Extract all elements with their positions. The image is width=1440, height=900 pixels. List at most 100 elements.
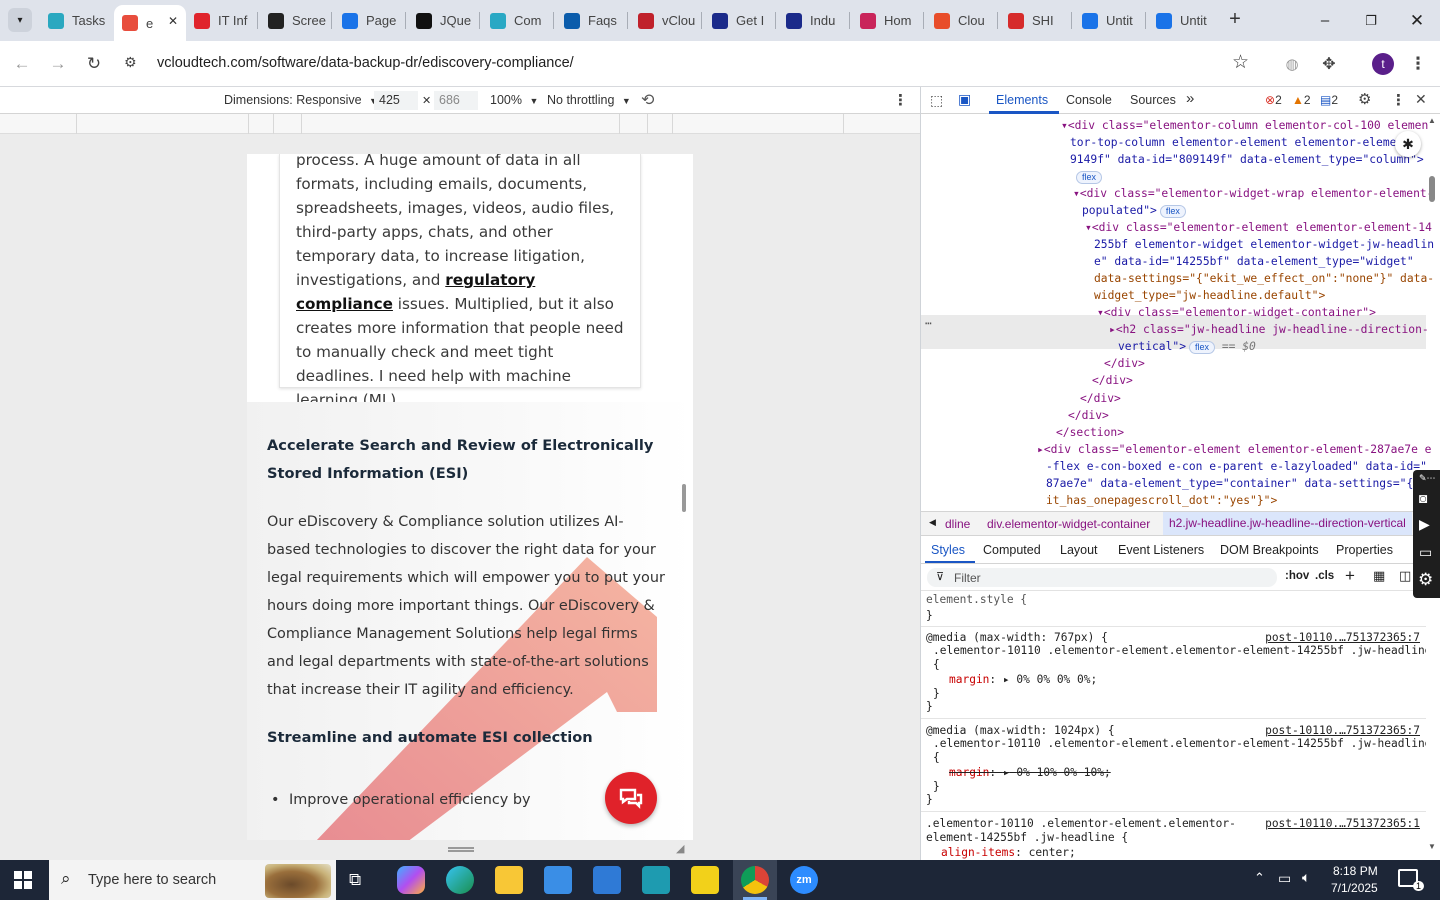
dom-tree[interactable]: ▾<div class="elementor-column elementor-… xyxy=(921,115,1440,511)
tab-item[interactable]: JQue xyxy=(408,8,480,33)
dom-line[interactable]: 9149f" data-id="809149f" data-element_ty… xyxy=(1070,151,1424,168)
tab-item[interactable]: Indu xyxy=(778,8,850,33)
rule-selector-3a[interactable]: .elementor-10110 .elementor-element.elem… xyxy=(926,817,1236,831)
scroll-down-icon[interactable]: ▼ xyxy=(1428,842,1436,851)
subtab-dom-breakpoints[interactable]: DOM Breakpoints xyxy=(1220,543,1319,557)
profile-avatar[interactable]: t xyxy=(1372,53,1394,75)
rule-selector-2[interactable]: .elementor-10110 .elementor-element.elem… xyxy=(933,737,1426,751)
tab-item[interactable]: Get I xyxy=(704,8,776,33)
tab-item[interactable]: Scree xyxy=(260,8,332,33)
breadcrumb-item[interactable]: div.elementor-widget-container xyxy=(987,517,1150,531)
dom-line[interactable]: ▾<div class="elementor-widget-wrap eleme… xyxy=(1073,185,1433,202)
tab-item[interactable]: IT Inf xyxy=(186,8,258,33)
close-window-icon[interactable]: ✕ xyxy=(1402,8,1432,33)
clock-time[interactable]: 8:18 PM xyxy=(1333,864,1378,878)
dom-line[interactable]: </div> xyxy=(1068,407,1109,424)
rule-selector-1[interactable]: .elementor-10110 .elementor-element.elem… xyxy=(933,644,1426,658)
scroll-up-icon[interactable]: ▲ xyxy=(1428,116,1436,125)
hov-toggle[interactable]: :hov xyxy=(1285,570,1309,582)
url-text[interactable]: vcloudtech.com/software/data-backup-dr/e… xyxy=(157,55,574,71)
tab-active[interactable]: e ✕ xyxy=(114,5,186,41)
tab-item[interactable]: Faqs xyxy=(556,8,628,33)
dom-line[interactable]: e" data-id="14255bf" data-element_type="… xyxy=(1094,253,1414,270)
network-icon[interactable]: ▭ xyxy=(1278,870,1291,887)
dom-line[interactable]: </div> xyxy=(1080,390,1121,407)
rule-selector-3b[interactable]: element-14255bf .jw-headline { xyxy=(926,831,1128,845)
margin-declaration-1[interactable]: margin: ▸ 0% 0% 0% 0%; xyxy=(949,673,1097,687)
subtab-event-listeners[interactable]: Event Listeners xyxy=(1118,543,1204,557)
store-icon[interactable] xyxy=(544,866,572,894)
dom-line-selected[interactable]: vertical"> flex == $0 xyxy=(1118,338,1256,355)
more-tabs-icon[interactable]: » xyxy=(1186,90,1194,107)
dimensions-dropdown[interactable]: Dimensions: Responsive ▼ xyxy=(224,93,378,107)
zoom-app-icon[interactable]: zm xyxy=(790,866,818,894)
breadcrumb-back-icon[interactable]: ◀ xyxy=(929,517,936,528)
tab-close-icon[interactable]: ✕ xyxy=(168,14,178,28)
element-style-rule[interactable]: element.style { xyxy=(926,593,1027,607)
chat-button[interactable] xyxy=(605,772,657,824)
flex-badge[interactable]: flex xyxy=(1076,171,1103,184)
dom-line[interactable]: it_has_onepagescroll_dot":"yes"}"> xyxy=(1046,492,1277,509)
flex-badge[interactable]: flex xyxy=(1189,341,1216,354)
zoom-dropdown[interactable]: 100% ▼ xyxy=(490,93,538,107)
copilot-icon[interactable] xyxy=(397,866,425,894)
paint-icon[interactable]: ▦ xyxy=(1373,568,1385,584)
sidebar-toggle-icon[interactable]: ◫ xyxy=(1399,568,1411,584)
tab-search-button[interactable]: ▾ xyxy=(8,8,32,32)
source-link-2[interactable]: post-10110.…751372365:7 xyxy=(1265,724,1420,738)
media-query-ruler[interactable] xyxy=(0,114,920,134)
file-explorer-icon[interactable] xyxy=(495,866,523,894)
dom-line[interactable]: ▸<div class="elementor-element elementor… xyxy=(1037,441,1432,458)
accessibility-icon[interactable]: ✱ xyxy=(1395,131,1421,157)
tab-item[interactable]: Hom xyxy=(852,8,924,33)
dom-line[interactable]: widget_type="jw-headline.default"> xyxy=(1094,287,1325,304)
source-link-3[interactable]: post-10110.…751372365:1 xyxy=(1265,817,1420,831)
extensions-icon[interactable]: ✥ xyxy=(1318,53,1340,75)
breadcrumb-item-active[interactable]: h2.jw-headline.jw-headline--direction-ve… xyxy=(1163,512,1412,535)
subtab-computed[interactable]: Computed xyxy=(983,543,1041,557)
back-icon[interactable]: ← xyxy=(11,53,33,75)
align-items-declaration[interactable]: align-items: center; xyxy=(941,846,1076,860)
devtools-more-icon[interactable]: ⋮ xyxy=(1391,91,1406,109)
tab-sources[interactable]: Sources xyxy=(1130,93,1176,107)
dom-line[interactable]: 87ae7e" data-element_type="container" da… xyxy=(1046,475,1427,492)
task-view-icon[interactable]: ⧉ xyxy=(349,870,361,890)
viewport-width-handle[interactable] xyxy=(682,484,686,512)
site-info-icon[interactable]: ⚙ xyxy=(124,54,144,74)
tab-item[interactable]: Com xyxy=(482,8,554,33)
breadcrumb-item[interactable]: dline xyxy=(945,517,970,531)
restore-icon[interactable]: ❐ xyxy=(1356,8,1386,33)
tab-item[interactable]: Clou xyxy=(926,8,998,33)
cls-toggle[interactable]: .cls xyxy=(1315,570,1334,582)
dom-line[interactable]: </div> xyxy=(1092,372,1133,389)
tab-item[interactable]: Tasks xyxy=(40,8,112,33)
dom-line[interactable]: -flex e-con-boxed e-con e-parent e-lazyl… xyxy=(1046,458,1427,475)
taskbar-search[interactable]: ⌕ Type here to search xyxy=(49,860,336,900)
edge-icon[interactable] xyxy=(446,866,474,894)
video-icon[interactable]: ▶ xyxy=(1419,516,1430,533)
subtab-styles[interactable]: Styles xyxy=(931,543,965,557)
volume-icon[interactable]: 🔈︎ xyxy=(1302,869,1310,886)
dom-line[interactable]: 255bf elementor-widget elementor-widget-… xyxy=(1094,236,1434,253)
translate-icon[interactable]: ◍ xyxy=(1281,53,1303,75)
dom-line[interactable]: tor-top-column elementor-element element… xyxy=(1070,134,1403,151)
throttle-dropdown[interactable]: No throttling ▼ xyxy=(547,93,631,107)
subtab-properties[interactable]: Properties xyxy=(1336,543,1393,557)
web-page[interactable]: process. A huge amount of data in all fo… xyxy=(247,154,693,840)
close-devtools-icon[interactable]: ✕ xyxy=(1415,91,1427,108)
height-input[interactable]: 686 xyxy=(434,91,478,110)
tab-item[interactable]: SHI xyxy=(1000,8,1072,33)
styles-rules[interactable]: element.style { } @media (max-width: 767… xyxy=(921,591,1426,860)
dom-line[interactable]: populated"> flex xyxy=(1082,202,1186,219)
device-more-icon[interactable]: ⋮ xyxy=(893,91,908,109)
new-tab-button[interactable]: + xyxy=(1224,8,1246,32)
dom-line[interactable]: ▾<div class="elementor-widget-container"… xyxy=(1097,304,1376,321)
dom-line-selected[interactable]: ▸<h2 class="jw-headline jw-headline--dir… xyxy=(1109,321,1429,338)
capture-settings-icon[interactable]: ⚙ xyxy=(1418,570,1433,590)
viewport-corner-handle[interactable]: ◢ xyxy=(676,842,684,855)
new-rule-icon[interactable]: + xyxy=(1345,566,1355,586)
tab-item[interactable]: Untit xyxy=(1074,8,1146,33)
tray-chevron-icon[interactable]: ⌃ xyxy=(1254,870,1265,886)
dom-line[interactable]: ▾<div class="elementor-column elementor-… xyxy=(1061,117,1428,134)
clock-date[interactable]: 7/1/2025 xyxy=(1331,881,1378,895)
